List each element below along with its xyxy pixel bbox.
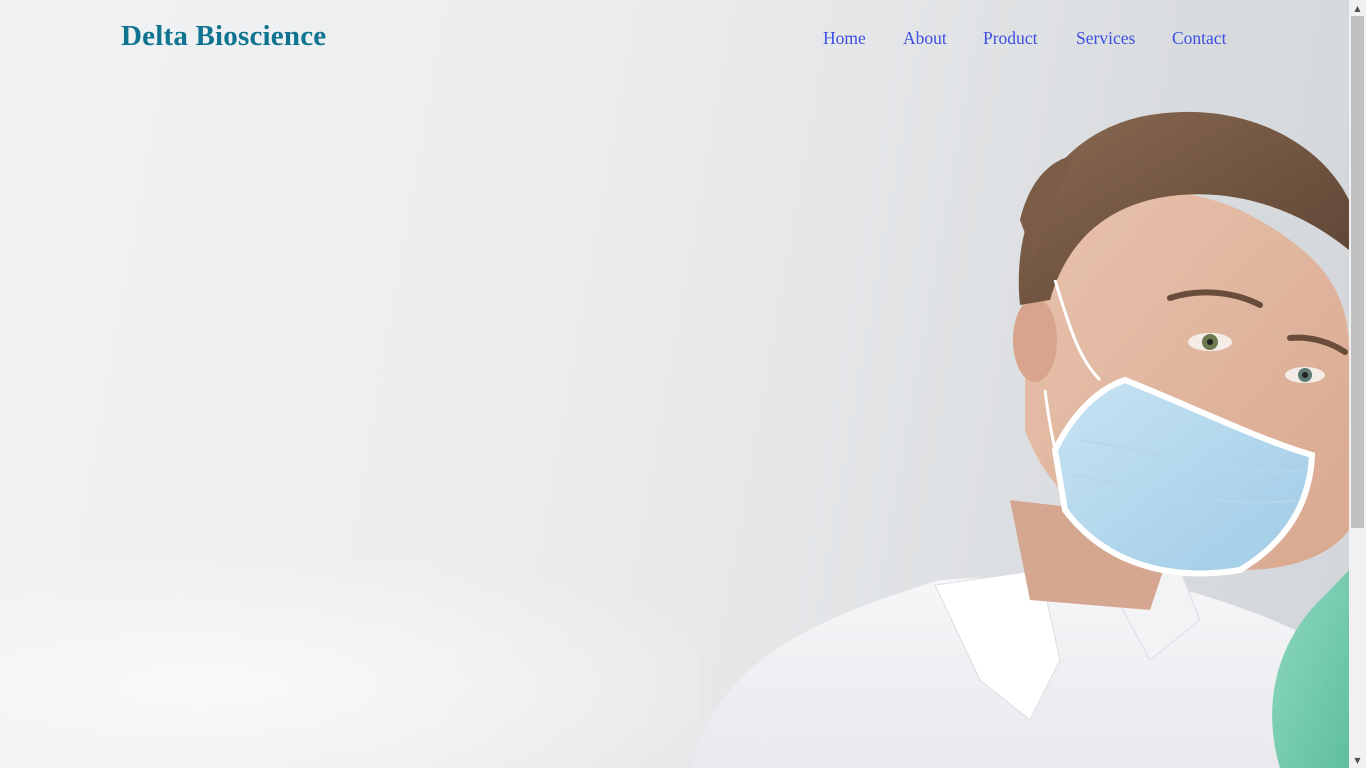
vertical-scrollbar[interactable]: ▲ ▼: [1349, 0, 1366, 768]
site-header: Delta Bioscience Home About Product Serv…: [0, 0, 1349, 76]
scroll-down-icon[interactable]: ▼: [1349, 752, 1366, 768]
scroll-up-icon[interactable]: ▲: [1349, 0, 1366, 16]
hero-section: [0, 0, 1349, 768]
main-nav: Home About Product Services Contact: [0, 28, 1349, 52]
nav-link-contact[interactable]: Contact: [1172, 28, 1226, 49]
hero-background-haze: [0, 560, 700, 768]
nav-link-product[interactable]: Product: [983, 28, 1037, 49]
nav-link-services[interactable]: Services: [1076, 28, 1135, 49]
scrollbar-thumb[interactable]: [1351, 16, 1364, 528]
lab-technician-photo: [690, 111, 1349, 768]
nav-link-home[interactable]: Home: [823, 28, 866, 49]
nav-link-about[interactable]: About: [903, 28, 947, 49]
